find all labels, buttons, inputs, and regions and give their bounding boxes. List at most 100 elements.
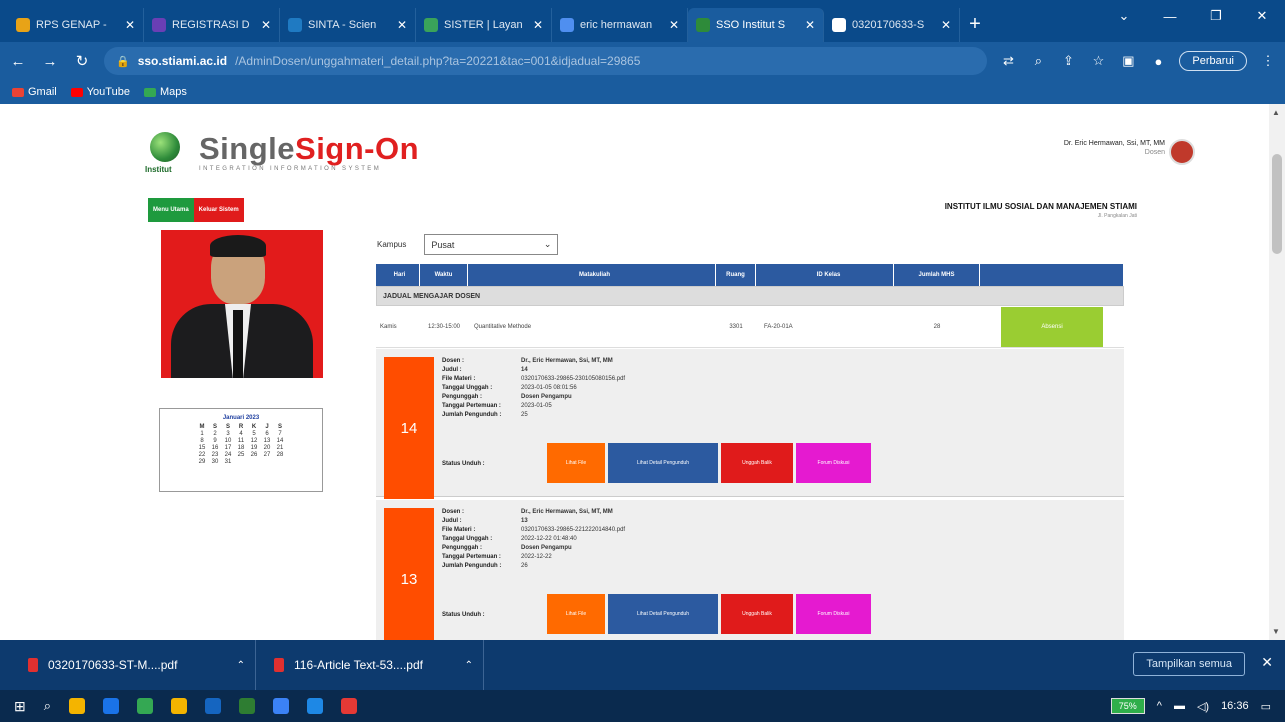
calendar-date[interactable]: 31	[222, 459, 235, 466]
calendar-date[interactable]: 8	[196, 438, 209, 445]
update-button[interactable]: Perbarui	[1179, 51, 1247, 71]
reload-icon[interactable]: ↻	[72, 52, 92, 70]
bookmark-maps[interactable]: Maps	[143, 86, 187, 98]
volume-icon[interactable]: ◁)	[1197, 700, 1209, 713]
avatar[interactable]	[1169, 139, 1195, 165]
taskbar-app-icon[interactable]	[273, 698, 290, 714]
calendar-date[interactable]: 9	[209, 438, 222, 445]
back-icon[interactable]: ←	[8, 53, 28, 70]
browser-tab[interactable]: 0320170633-S ✕	[824, 8, 960, 42]
bookmark-gmail[interactable]: Gmail	[12, 86, 57, 98]
calendar-date[interactable]: 15	[196, 445, 209, 452]
calendar-date[interactable]: 6	[261, 431, 274, 438]
browser-tab[interactable]: SINTA - Scien ✕	[280, 8, 416, 42]
maximize-icon[interactable]: ❐	[1193, 0, 1239, 32]
page-scrollbar[interactable]: ▲ ▼	[1269, 104, 1285, 640]
battery-icon[interactable]: 75%	[1110, 698, 1145, 714]
calendar-date[interactable]: 26	[248, 452, 261, 459]
forward-icon[interactable]: →	[40, 53, 60, 70]
chevron-down-icon[interactable]: ⌄	[1101, 0, 1147, 32]
browser-tab[interactable]: REGISTRASI D ✕	[144, 8, 280, 42]
calendar-date[interactable]: 10	[222, 438, 235, 445]
view-downloader-button[interactable]: Lihat Detail Pengunduh	[608, 443, 718, 483]
calendar-date[interactable]: 7	[274, 431, 287, 438]
browser-tab[interactable]: RPS GENAP - ✕	[8, 8, 144, 42]
calendar-date[interactable]: 24	[222, 452, 235, 459]
logout-button[interactable]: Keluar Sistem	[193, 198, 244, 222]
calendar-date[interactable]: 3	[222, 431, 235, 438]
new-tab-icon[interactable]: +	[960, 8, 990, 42]
taskbar-app-icon[interactable]	[137, 698, 154, 714]
taskbar-app-icon[interactable]	[205, 698, 222, 714]
forum-button[interactable]: Forum Diskusi	[796, 594, 871, 634]
side-panel-icon[interactable]: ▣	[1119, 53, 1137, 69]
browser-tab[interactable]: SISTER | Layan ✕	[416, 8, 552, 42]
kampus-select[interactable]: Pusat ⌄	[424, 234, 559, 255]
close-icon[interactable]: ✕	[261, 18, 271, 32]
sso-logo[interactable]: Institut SingleSign-On INTEGRATION INFOR…	[145, 132, 419, 178]
chevron-up-icon[interactable]: ^	[1157, 700, 1162, 712]
taskbar-app-icon[interactable]	[103, 698, 120, 714]
translate-icon[interactable]: ⇄	[999, 53, 1017, 69]
view-file-button[interactable]: Lihat File	[547, 443, 605, 483]
windows-start-icon[interactable]: ⊞	[14, 698, 26, 715]
more-icon[interactable]: ⋮	[1259, 53, 1277, 69]
calendar-date[interactable]: 19	[248, 445, 261, 452]
close-window-icon[interactable]: ✕	[1239, 0, 1285, 32]
close-icon[interactable]: ✕	[397, 18, 407, 32]
close-icon[interactable]: ✕	[941, 18, 951, 32]
taskbar-app-icon[interactable]	[239, 698, 256, 714]
calendar-date[interactable]: 22	[196, 452, 209, 459]
calendar-date[interactable]: 25	[235, 452, 248, 459]
taskbar-app-icon[interactable]	[171, 698, 188, 714]
calendar-date[interactable]: 21	[274, 445, 287, 452]
download-item[interactable]: 0320170633-ST-M....pdf ⌃	[28, 640, 256, 690]
view-file-button[interactable]: Lihat File	[547, 594, 605, 634]
chevron-up-icon[interactable]: ⌃	[465, 660, 473, 671]
calendar-date[interactable]: 18	[235, 445, 248, 452]
taskbar-app-icon[interactable]	[69, 698, 86, 714]
calendar-date[interactable]: 11	[235, 438, 248, 445]
absensi-button[interactable]: Absensi	[1001, 306, 1103, 347]
calendar-date[interactable]: 1	[196, 431, 209, 438]
upload-back-button[interactable]: Unggah Balik	[721, 594, 793, 634]
close-icon[interactable]: ✕	[805, 18, 815, 32]
calendar-date[interactable]: 16	[209, 445, 222, 452]
scrollbar-thumb[interactable]	[1272, 154, 1282, 254]
scroll-up-icon[interactable]: ▲	[1272, 108, 1280, 117]
calendar-date[interactable]: 29	[196, 459, 209, 466]
network-icon[interactable]: ▬	[1174, 700, 1185, 712]
calendar-date[interactable]: 5	[248, 431, 261, 438]
zoom-icon[interactable]: ⌕	[1029, 53, 1047, 69]
calendar-date[interactable]: 2	[209, 431, 222, 438]
menu-utama-button[interactable]: Menu Utama	[148, 198, 194, 222]
browser-tab[interactable]: eric hermawan ✕	[552, 8, 688, 42]
minimize-icon[interactable]: —	[1147, 0, 1193, 32]
show-all-button[interactable]: Tampilkan semua	[1133, 652, 1245, 676]
taskbar-app-icon[interactable]	[341, 698, 358, 714]
chevron-up-icon[interactable]: ⌃	[237, 660, 245, 671]
search-icon[interactable]: ⌕	[44, 698, 51, 714]
clock[interactable]: 16:36	[1221, 700, 1249, 712]
browser-tab-active[interactable]: SSO Institut S ✕	[688, 8, 824, 42]
calendar-date[interactable]: 4	[235, 431, 248, 438]
notification-icon[interactable]: ▭	[1261, 700, 1271, 713]
profile-icon[interactable]: ●	[1149, 54, 1167, 69]
calendar-date[interactable]: 20	[261, 445, 274, 452]
calendar-date[interactable]: 13	[261, 438, 274, 445]
scroll-down-icon[interactable]: ▼	[1272, 627, 1280, 636]
calendar-date[interactable]: 17	[222, 445, 235, 452]
calendar-date[interactable]: 30	[209, 459, 222, 466]
close-icon[interactable]: ✕	[533, 18, 543, 32]
upload-back-button[interactable]: Unggah Balik	[721, 443, 793, 483]
calendar-date[interactable]: 27	[261, 452, 274, 459]
share-icon[interactable]: ⇪	[1059, 53, 1077, 69]
url-input[interactable]: 🔒 sso.stiami.ac.id/AdminDosen/unggahmate…	[104, 47, 988, 75]
taskbar-app-icon[interactable]	[307, 698, 324, 714]
view-downloader-button[interactable]: Lihat Detail Pengunduh	[608, 594, 718, 634]
bookmark-youtube[interactable]: YouTube	[70, 86, 130, 98]
calendar-date[interactable]: 23	[209, 452, 222, 459]
calendar-date[interactable]: 28	[274, 452, 287, 459]
close-icon[interactable]: ✕	[1261, 654, 1273, 671]
close-icon[interactable]: ✕	[669, 18, 679, 32]
